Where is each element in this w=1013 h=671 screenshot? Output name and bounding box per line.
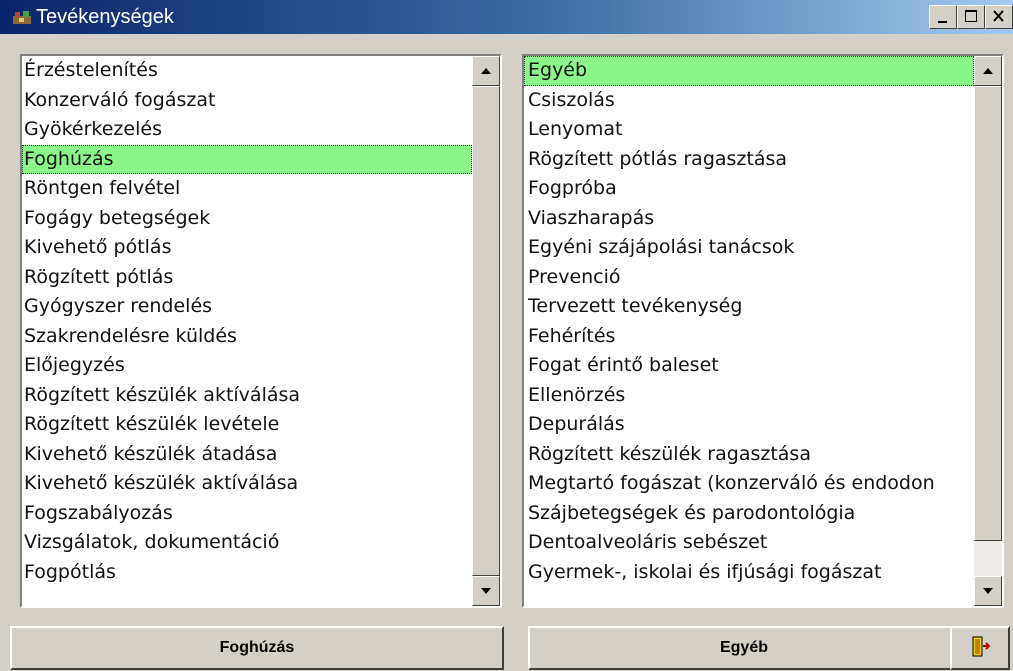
scroll-down-button[interactable] [974, 576, 1002, 606]
list-item[interactable]: Fehérítés [524, 322, 974, 352]
list-item[interactable]: Kivehető pótlás [22, 233, 472, 263]
list-item[interactable]: Prevenció [524, 263, 974, 293]
list-item[interactable]: Tervezett tevékenység [524, 292, 974, 322]
list-item[interactable]: Fogszabályozás [22, 499, 472, 529]
list-item[interactable]: Érzéstelenítés [22, 56, 472, 86]
list-item[interactable]: Vizsgálatok, dokumentáció [22, 528, 472, 558]
left-scrollbar[interactable] [472, 56, 500, 606]
minimize-button[interactable] [929, 5, 957, 29]
scroll-thumb[interactable] [472, 86, 500, 576]
list-item[interactable]: Röntgen felvétel [22, 174, 472, 204]
list-item[interactable]: Kivehető készülék aktíválása [22, 469, 472, 499]
maximize-button[interactable] [957, 5, 985, 29]
arrow-down-icon [481, 588, 491, 594]
list-item[interactable]: Kivehető készülék átadása [22, 440, 472, 470]
list-item[interactable]: Lenyomat [524, 115, 974, 145]
list-item[interactable]: Dentoalveoláris sebészet [524, 528, 974, 558]
activity-category-list[interactable]: Érzéstelenítés Konzerváló fogászat Gyökérk… [20, 54, 502, 608]
scroll-down-button[interactable] [472, 576, 500, 606]
left-list-items: Érzéstelenítés Konzerváló fogászat Gyökérk… [22, 56, 472, 606]
list-item[interactable]: Előjegyzés [22, 351, 472, 381]
list-item[interactable]: Gyógyszer rendelés [22, 292, 472, 322]
arrow-down-icon [983, 588, 993, 594]
arrow-up-icon [983, 68, 993, 74]
right-list-items: Egyéb Csiszolás Lenyomat Rögzített pótlás r… [524, 56, 974, 606]
list-item[interactable]: Foghúzás [22, 144, 472, 174]
list-item[interactable]: Viaszharapás [524, 204, 974, 234]
list-item[interactable]: Fogat érintő baleset [524, 351, 974, 381]
selected-activity-button[interactable]: Egyéb [528, 626, 960, 670]
minimize-icon [938, 21, 947, 23]
list-item[interactable]: Gyökérkezelés [22, 115, 472, 145]
list-item[interactable]: Rögzített pótlás [22, 263, 472, 293]
activity-sublist[interactable]: Egyéb Csiszolás Lenyomat Rögzített pótlás r… [522, 54, 1004, 608]
list-item[interactable]: Depurálás [524, 410, 974, 440]
right-scrollbar[interactable] [974, 56, 1002, 606]
window-title: Tevékenységek [36, 6, 174, 28]
scroll-up-button[interactable] [472, 56, 500, 86]
list-item[interactable]: Egyéb [524, 56, 974, 86]
close-button[interactable] [985, 5, 1013, 29]
arrow-up-icon [481, 68, 491, 74]
list-item[interactable]: Fogpótlás [22, 558, 472, 588]
list-item[interactable]: Szájbetegségek és parodontológia [524, 499, 974, 529]
list-item[interactable]: Ellenörzés [524, 381, 974, 411]
close-icon [993, 10, 1004, 22]
list-item[interactable]: Rögzített pótlás ragasztása [524, 145, 974, 175]
list-item[interactable]: Fogágy betegségek [22, 204, 472, 234]
scroll-up-button[interactable] [974, 56, 1002, 86]
list-item[interactable]: Konzerváló fogászat [22, 86, 472, 116]
list-item[interactable]: Gyermek-, iskolai és ifjúsági fogászat [524, 558, 974, 588]
list-item[interactable]: Szakrendelésre küldés [22, 322, 472, 352]
list-item[interactable]: Rögzített készülék levétele [22, 410, 472, 440]
exit-door-icon [972, 636, 990, 657]
exit-button[interactable] [950, 626, 1010, 670]
list-item[interactable]: Fogpróba [524, 174, 974, 204]
scroll-thumb[interactable] [974, 86, 1002, 541]
list-item[interactable]: Egyéni szájápolási tanácsok [524, 233, 974, 263]
list-item[interactable]: Csiszolás [524, 86, 974, 116]
list-item[interactable]: Megtartó fogászat (konzerváló és endodon [524, 469, 974, 499]
app-icon [12, 9, 32, 25]
list-item[interactable]: Rögzített készülék aktíválása [22, 381, 472, 411]
selected-category-button[interactable]: Foghúzás [10, 626, 504, 670]
list-item[interactable]: Rögzített készülék ragasztása [524, 440, 974, 470]
title-bar: Tevékenységek [0, 0, 1013, 34]
maximize-icon [965, 10, 977, 22]
